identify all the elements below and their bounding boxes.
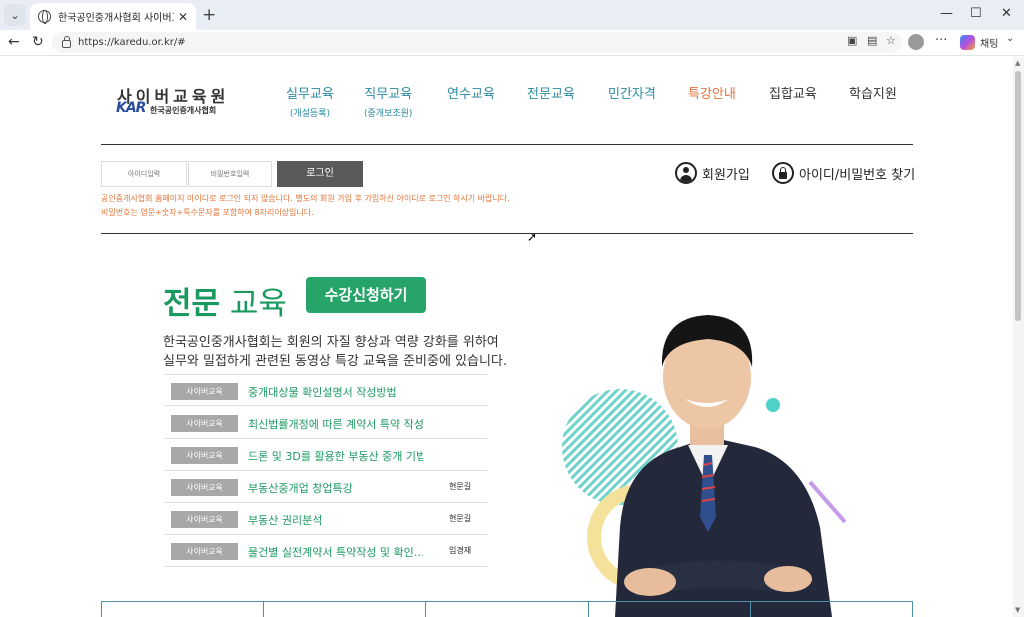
course-row[interactable]: 사이버교육 부동산 권리분석 현문길: [165, 503, 487, 535]
tab-actions-chevron-icon[interactable]: ⌄: [4, 4, 26, 26]
bottom-tab[interactable]: [751, 602, 912, 617]
lock-icon: [772, 162, 794, 184]
nav-label: 실무교육: [286, 87, 334, 102]
url-text: https://karedu.or.kr/#: [78, 37, 186, 48]
course-teacher: 임경재: [449, 546, 472, 555]
bottom-tab[interactable]: [264, 602, 427, 617]
refresh-button[interactable]: ↻: [32, 34, 44, 50]
browser-tab[interactable]: 한국공인중개사협회 사이버교육원 ✕: [30, 3, 196, 30]
nav-item-training[interactable]: 연수교육: [447, 83, 495, 102]
nav-item-special-lecture[interactable]: 특강안내: [688, 83, 736, 102]
site-logo-subtitle: 한국공인중개사협회: [150, 106, 217, 115]
back-button[interactable]: ←: [8, 34, 20, 50]
teal-dot-decoration: [766, 398, 780, 412]
reader-mode-icon[interactable]: ▤: [867, 34, 877, 47]
url-field[interactable]: https://karedu.or.kr/#: [52, 32, 902, 53]
course-tag: 사이버교육: [171, 383, 238, 400]
login-button[interactable]: 로그인: [277, 161, 363, 187]
globe-icon: [38, 10, 51, 24]
copilot-chat-label[interactable]: 채팅: [980, 35, 998, 50]
bottom-tab[interactable]: [589, 602, 751, 617]
nav-label: 직무교육: [364, 87, 413, 102]
scroll-down-icon[interactable]: ▼: [1015, 606, 1020, 614]
bottom-menu-tabs: [101, 601, 913, 617]
scroll-up-icon[interactable]: ▲: [1015, 59, 1020, 67]
tab-title: 한국공인중개사협회 사이버교육원: [58, 13, 174, 24]
bottom-tab[interactable]: [426, 602, 589, 617]
page-scrollbar[interactable]: ▲ ▼: [1013, 57, 1024, 617]
course-tag: 사이버교육: [171, 543, 238, 560]
find-account-link[interactable]: 아이디/비밀번호 찾기: [772, 162, 915, 184]
new-tab-button[interactable]: +: [202, 5, 216, 25]
login-notice-1: 공인중개사협회 홈페이지 아이디로 로그인 되지 않습니다. 별도의 회원 가입…: [101, 194, 510, 203]
course-teacher: 현문길: [449, 514, 472, 523]
login-divider: [101, 233, 913, 234]
find-account-label: 아이디/비밀번호 찾기: [799, 167, 916, 183]
profile-avatar[interactable]: [908, 34, 924, 50]
id-input[interactable]: [101, 161, 187, 187]
nav-sublabel: (개설등록): [289, 109, 330, 119]
course-row[interactable]: 사이버교육 부동산중개업 창업특강 현문길: [165, 471, 487, 503]
browser-tab-bar: ⌄ 한국공인중개사협회 사이버교육원 ✕ + — ☐ ✕: [0, 0, 1024, 30]
kar-logo-mark[interactable]: KAR: [116, 100, 146, 116]
copilot-icon[interactable]: [960, 35, 975, 50]
lock-icon: [62, 35, 71, 48]
hero-description-1: 한국공인중개사협회는 회원의 자질 향상과 역량 강화를 위하여: [163, 335, 499, 350]
hero-title-light: 교육: [229, 286, 287, 322]
more-menu-icon[interactable]: ···: [935, 33, 947, 48]
course-tag: 사이버교육: [171, 511, 238, 528]
course-title[interactable]: 중개대상물 확인설명서 작성방법: [248, 384, 423, 400]
scrollbar-thumb[interactable]: [1015, 71, 1021, 321]
man-in-suit-photo: [615, 315, 832, 617]
course-tag: 사이버교육: [171, 415, 238, 432]
favorite-star-icon[interactable]: ☆: [886, 34, 896, 47]
course-title[interactable]: 부동산중개업 창업특강: [248, 480, 423, 496]
course-title[interactable]: 부동산 권리분석: [248, 512, 423, 528]
course-tag: 사이버교육: [171, 447, 238, 464]
tab-close-icon[interactable]: ✕: [178, 10, 188, 24]
nav-item-group[interactable]: 집합교육: [769, 83, 817, 102]
course-tag: 사이버교육: [171, 479, 238, 496]
course-row[interactable]: 사이버교육 물건별 실전계약서 특약작성 및 확인… 임경재: [165, 535, 487, 567]
logo-mark-text: KAR: [116, 100, 146, 116]
hero-illustration: [562, 315, 847, 617]
nav-item-professional[interactable]: 전문교육: [527, 83, 575, 102]
course-title[interactable]: 물건별 실전계약서 특약작성 및 확인…: [248, 544, 423, 560]
maximize-button[interactable]: ☐: [970, 6, 982, 21]
address-bar-row: ← ↻ https://karedu.or.kr/# ▣ ▤ ☆: [0, 30, 1024, 56]
nav-item-learning-support[interactable]: 학습지원: [849, 83, 897, 102]
mouse-cursor-icon: ➚: [527, 230, 538, 244]
course-title[interactable]: 최신법률개정에 따른 계약서 특약 작성: [248, 416, 423, 432]
password-input[interactable]: [188, 161, 272, 187]
apply-button[interactable]: 수강신청하기: [306, 277, 426, 313]
header-divider: [101, 144, 913, 145]
hero-title: 전문 교육: [163, 278, 287, 323]
nav-sublabel: (중개보조원): [364, 109, 413, 119]
login-notice-2: 비밀번호는 영문+숫자+특수문자를 포함하여 8자리이상입니다.: [101, 208, 314, 217]
camera-off-icon[interactable]: ▣: [847, 34, 857, 47]
course-row[interactable]: 사이버교육 드론 및 3D를 활용한 부동산 중개 기법: [165, 439, 487, 471]
hero-description-2: 실무와 밀접하게 관련된 동영상 특강 교육을 준비중에 있습니다.: [163, 354, 508, 369]
nav-item-practical[interactable]: 실무교육 (개설등록): [286, 83, 334, 119]
minimize-button[interactable]: —: [940, 6, 953, 21]
nav-item-private-cert[interactable]: 민간자격: [608, 83, 656, 102]
join-link[interactable]: 회원가입: [675, 162, 750, 184]
course-teacher: 현문길: [449, 482, 472, 491]
course-row[interactable]: 사이버교육 중개대상물 확인설명서 작성방법: [165, 374, 487, 406]
sidebar-chevron-icon[interactable]: ⌄: [1006, 33, 1014, 44]
hero-title-bold: 전문: [163, 286, 221, 322]
nav-item-duty[interactable]: 직무교육 (중개보조원): [364, 83, 412, 119]
join-label: 회원가입: [702, 167, 750, 183]
person-icon: [675, 162, 697, 184]
course-row[interactable]: 사이버교육 최신법률개정에 따른 계약서 특약 작성: [165, 407, 487, 439]
close-window-button[interactable]: ✕: [1001, 6, 1012, 21]
course-title[interactable]: 드론 및 3D를 활용한 부동산 중개 기법: [248, 448, 423, 464]
bottom-tab[interactable]: [102, 602, 265, 617]
web-page: 사이버교육원 KAR 한국공인중개사협회 실무교육 (개설등록) 직무교육 (중…: [0, 57, 1013, 617]
